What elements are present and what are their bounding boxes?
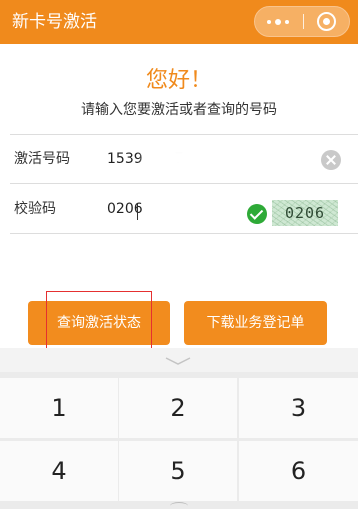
activation-number-label: 激活号码 [14,151,70,167]
title-bar: 新卡号激活 [0,0,358,44]
chevron-down-icon[interactable] [164,356,192,366]
activation-number-prefix: 1539 [107,151,143,167]
keyboard-collapse-bar[interactable] [0,348,358,372]
divider [10,134,358,135]
text-cursor [137,204,138,220]
query-activation-status-button[interactable]: 查询激活状态 [28,301,170,345]
key-5[interactable]: 5 [119,441,237,501]
divider [10,233,358,234]
greeting-heading: 您好！ [145,68,212,93]
redaction-blur [143,147,189,169]
key-1[interactable]: 1 [0,378,118,438]
instruction-text: 请输入您要激活或者查询的号码 [81,102,277,118]
check-icon [247,204,267,224]
key-4[interactable]: 4 [0,441,118,501]
clear-icon[interactable] [321,150,341,170]
capsule-close-icon[interactable] [304,7,349,36]
mini-program-capsule [254,6,350,37]
verification-code-label: 校验码 [14,201,56,217]
key-3[interactable]: 3 [239,378,358,438]
captcha-image[interactable]: 0206 [272,200,338,226]
download-registration-form-button[interactable]: 下载业务登记单 [184,301,327,345]
more-dots-icon[interactable] [255,7,303,36]
key-2[interactable]: 2 [119,378,237,438]
page-title: 新卡号激活 [12,12,97,32]
key-6[interactable]: 6 [239,441,358,501]
